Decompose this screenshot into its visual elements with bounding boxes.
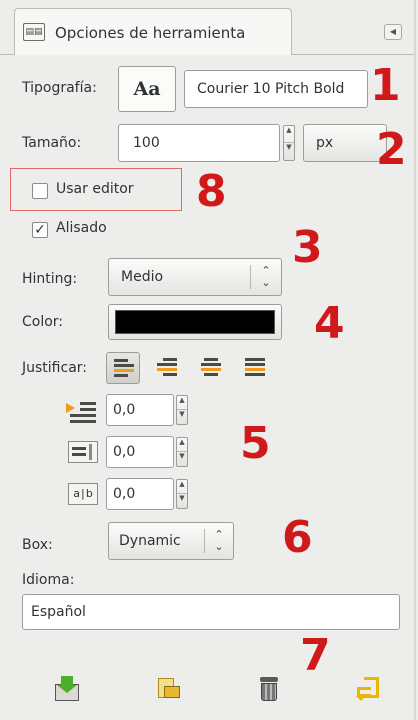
delete-preset-icon[interactable] [256, 676, 282, 702]
use-editor-label[interactable]: Usar editor [56, 181, 134, 197]
annotation-3: 3 [292, 222, 323, 273]
indent-icon [66, 400, 98, 424]
annotation-5: 5 [240, 418, 271, 469]
letter-spacing-spinner[interactable]: ▲ ▼ [176, 479, 188, 509]
annotation-8: 8 [196, 166, 227, 217]
spin-up-icon[interactable]: ▲ [177, 480, 187, 494]
letter-spacing-icon: a | b [66, 482, 98, 506]
tool-options-icon: ▤▤ [23, 23, 45, 41]
spin-down-icon[interactable]: ▼ [177, 410, 187, 424]
indent-spinner[interactable]: ▲ ▼ [176, 395, 188, 425]
color-label: Color: [22, 314, 64, 330]
hinting-label: Hinting: [22, 271, 78, 287]
box-label: Box: [22, 537, 53, 553]
tab-menu-icon[interactable]: ◀ [384, 24, 402, 40]
tab-gap [15, 54, 289, 55]
updown-chevron-icon: ⌃ ⌄ [204, 529, 233, 553]
justify-left-button[interactable] [106, 352, 140, 384]
box-value: Dynamic [119, 533, 181, 549]
box-select[interactable]: Dynamic ⌃ ⌄ [108, 522, 234, 560]
font-preview-button[interactable]: Aa [118, 66, 176, 112]
spin-down-icon[interactable]: ▼ [284, 143, 294, 160]
hinting-select[interactable]: Medio ⌃ ⌄ [108, 258, 282, 296]
justify-fill-button[interactable] [238, 352, 272, 384]
size-spinner[interactable]: ▲ ▼ [283, 125, 295, 161]
use-editor-checkbox[interactable] [32, 183, 48, 199]
tab-title: Opciones de herramienta [55, 24, 246, 42]
spin-up-icon[interactable]: ▲ [177, 396, 187, 410]
tab-tool-options[interactable]: ▤▤ Opciones de herramienta [14, 8, 292, 55]
updown-chevron-icon: ⌃ ⌄ [250, 265, 281, 289]
annotation-6: 6 [282, 512, 313, 563]
line-spacing-icon [66, 440, 98, 464]
indent-input[interactable]: 0,0 [106, 394, 174, 426]
save-preset-icon[interactable] [54, 676, 80, 702]
antialias-checkbox[interactable]: ✓ [32, 222, 48, 238]
justify-label: Justificar: [22, 360, 87, 376]
spin-up-icon[interactable]: ▲ [177, 438, 187, 452]
annotation-2: 2 [376, 124, 407, 175]
letter-spacing-input[interactable]: 0,0 [106, 478, 174, 510]
size-label: Tamaño: [22, 135, 82, 151]
typography-label: Tipografía: [22, 80, 97, 96]
justify-right-button[interactable] [150, 352, 184, 384]
restore-preset-icon[interactable] [156, 676, 182, 702]
justify-center-button[interactable] [194, 352, 228, 384]
reset-icon[interactable] [356, 676, 382, 702]
line-spacing-input[interactable]: 0,0 [106, 436, 174, 468]
panel-edge [414, 0, 416, 720]
font-input[interactable]: Courier 10 Pitch Bold [184, 70, 368, 108]
unit-value: px [316, 135, 334, 151]
annotation-1: 1 [370, 60, 401, 111]
size-input[interactable]: 100 [118, 124, 280, 162]
antialias-label[interactable]: Alisado [56, 220, 107, 236]
spin-down-icon[interactable]: ▼ [177, 494, 187, 508]
annotation-4: 4 [314, 298, 345, 349]
spin-down-icon[interactable]: ▼ [177, 452, 187, 466]
color-button[interactable] [108, 304, 282, 340]
unit-select[interactable]: px [303, 124, 387, 162]
line-spacing-spinner[interactable]: ▲ ▼ [176, 437, 188, 467]
spin-up-icon[interactable]: ▲ [284, 126, 294, 143]
tool-options-panel: ▤▤ Opciones de herramienta ◀ Tipografía:… [0, 0, 418, 720]
language-label: Idioma: [22, 572, 75, 588]
color-swatch [115, 310, 275, 334]
language-input[interactable]: Español [22, 594, 400, 630]
hinting-value: Medio [121, 269, 164, 285]
annotation-7: 7 [300, 630, 331, 681]
